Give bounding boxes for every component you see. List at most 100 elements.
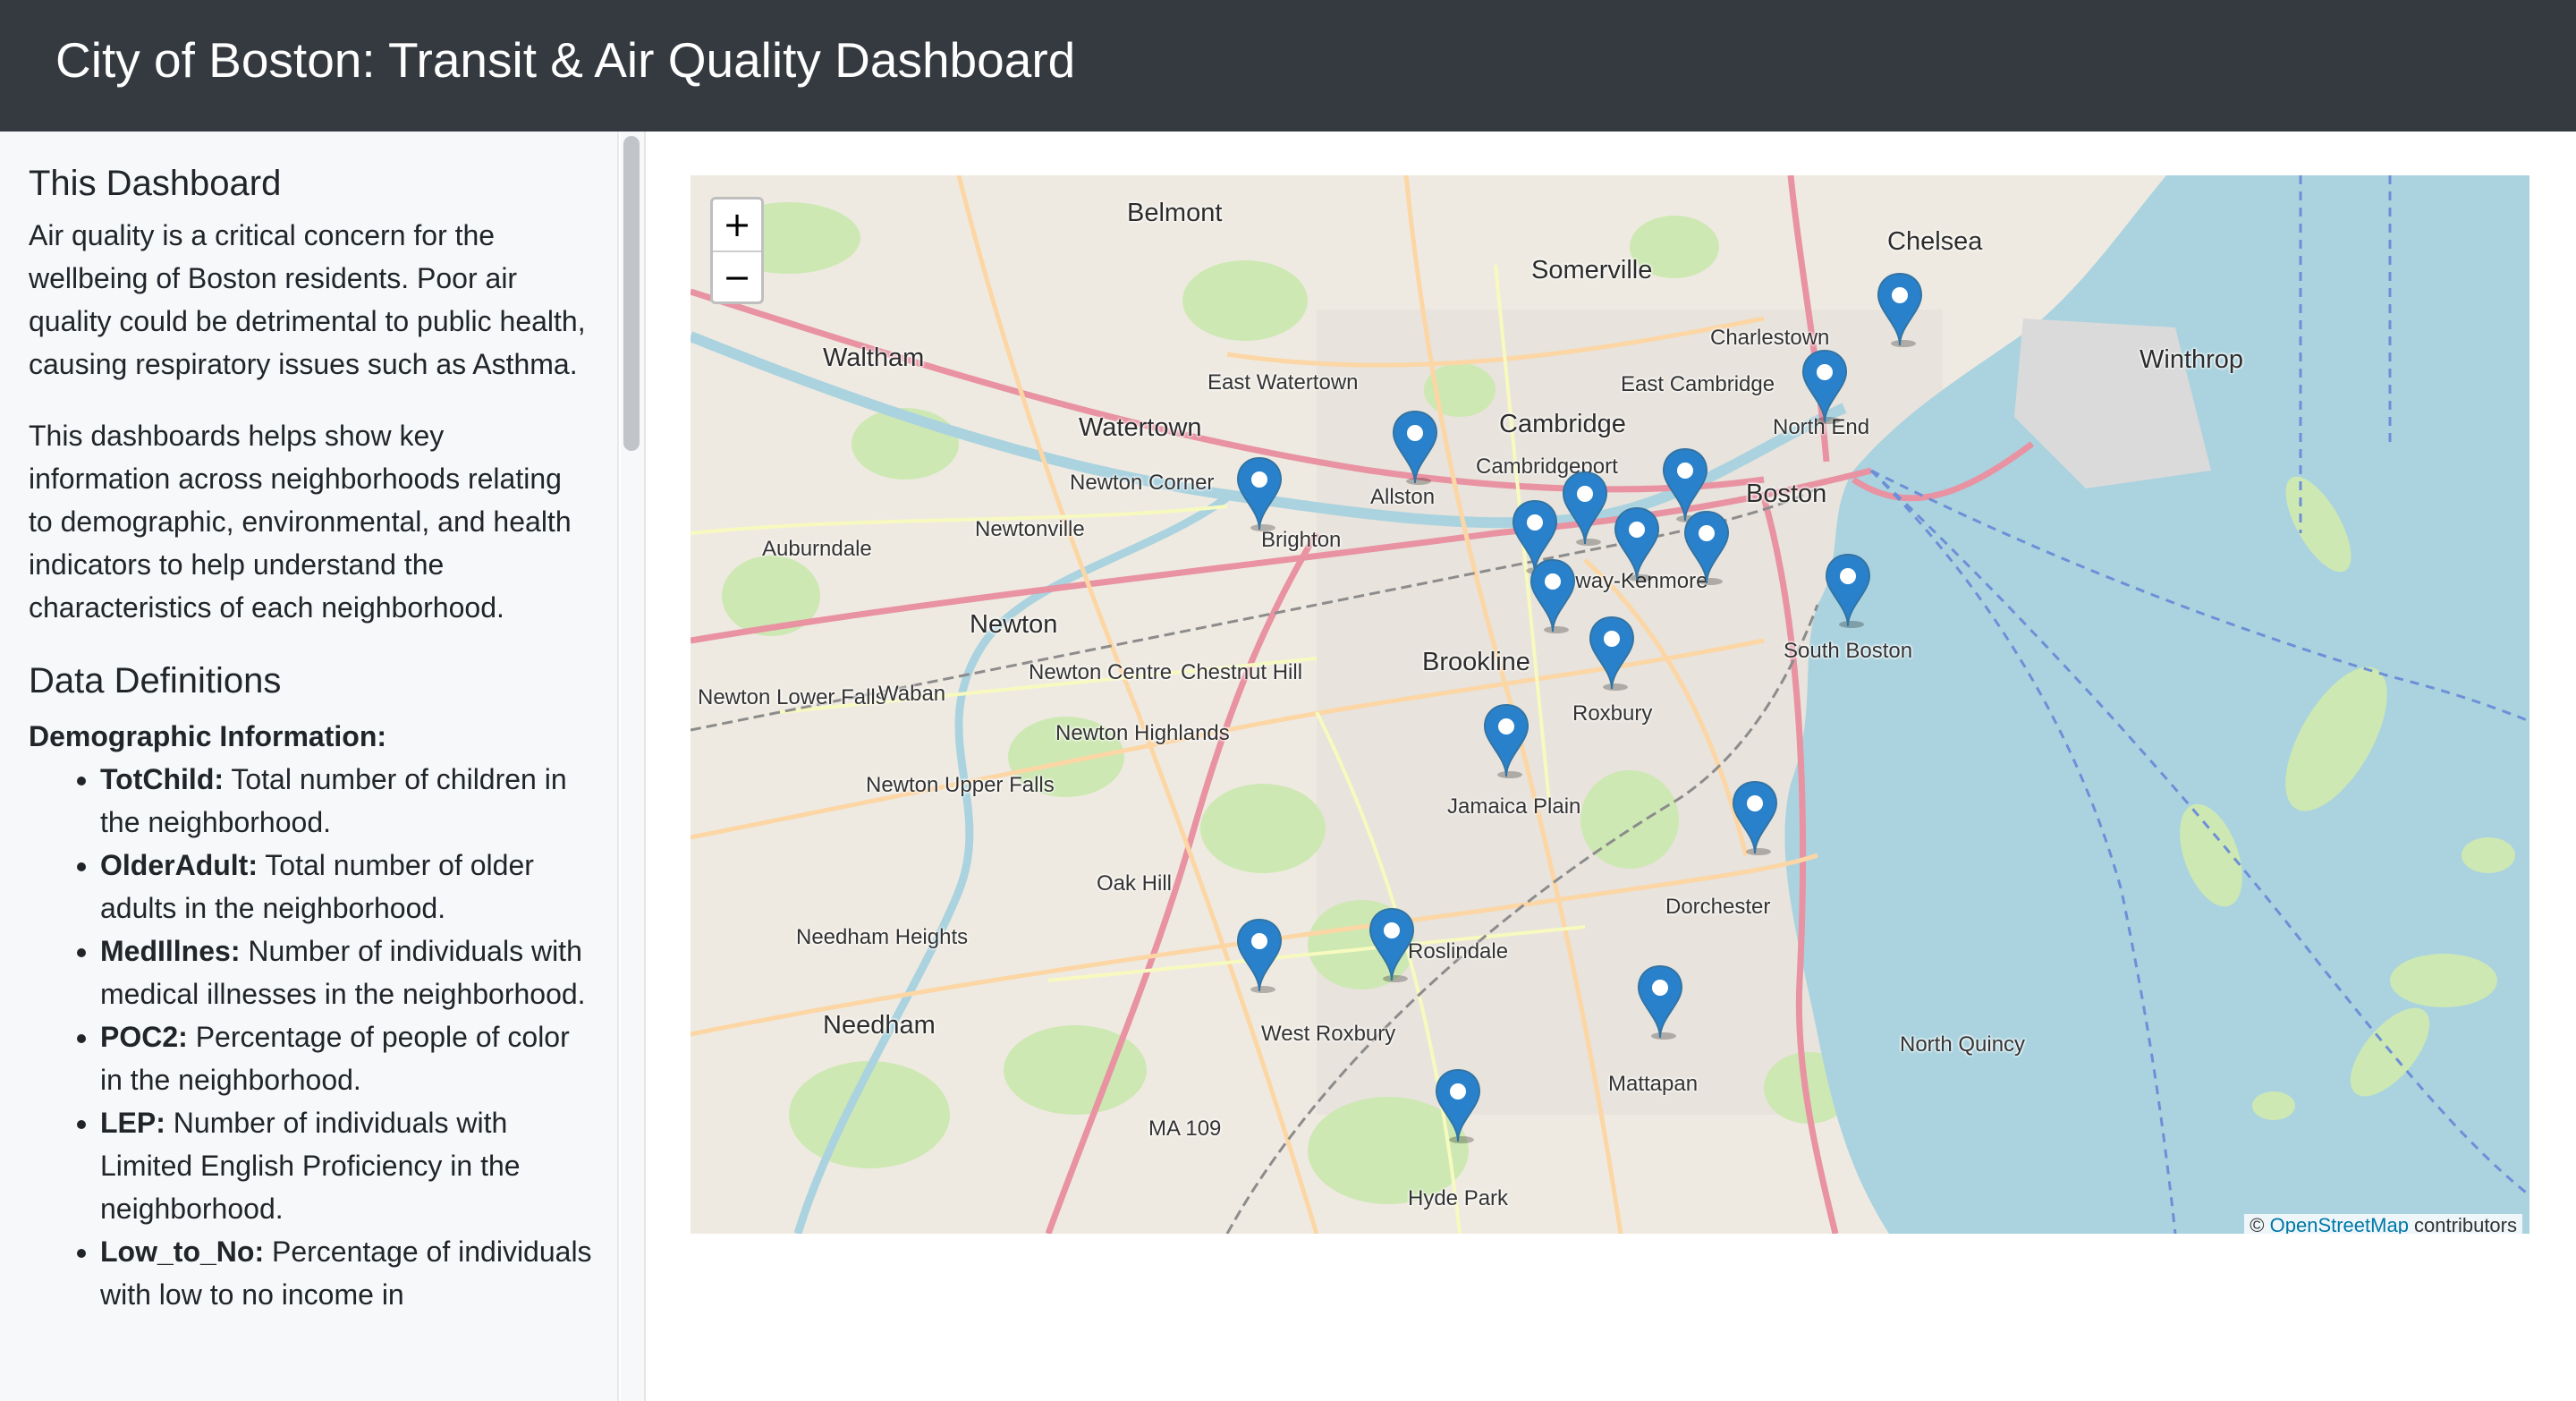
neighborhood-marker[interactable] — [1877, 272, 1923, 347]
definition-term: POC2: — [100, 1021, 188, 1053]
sidebar[interactable]: This Dashboard Air quality is a critical… — [0, 132, 619, 1401]
definition-term: OlderAdult: — [100, 849, 258, 881]
about-heading: This Dashboard — [29, 164, 282, 203]
map[interactable]: + − Belmont Somerville Chelsea Waltham Charl… — [691, 175, 2529, 1234]
place-label: Newton Highlands — [1055, 721, 1230, 745]
neighborhood-marker[interactable] — [1614, 506, 1660, 582]
place-label: Brookline — [1422, 648, 1530, 676]
definition-item: POC2: Percentage of people of color in t… — [100, 1015, 592, 1101]
place-label: Oak Hill — [1097, 871, 1173, 896]
place-label: Roslindale — [1408, 939, 1509, 964]
place-label: Winthrop — [2140, 345, 2244, 374]
definition-term: TotChild: — [100, 763, 225, 795]
map-marker-icon — [1236, 918, 1283, 993]
neighborhood-marker[interactable] — [1825, 553, 1871, 628]
map-marker-icon — [1801, 349, 1848, 424]
demographic-heading: Demographic Information: — [29, 720, 387, 752]
zoom-control: + − — [710, 197, 764, 304]
place-label: Jamaica Plain — [1447, 794, 1581, 819]
map-marker-icon — [1637, 964, 1683, 1040]
attribution-suffix: contributors — [2408, 1214, 2517, 1234]
attribution-prefix: © — [2250, 1214, 2270, 1234]
map-marker-icon — [1530, 558, 1576, 633]
map-marker-icon — [1877, 272, 1923, 347]
definition-item: TotChild: Total number of children in th… — [100, 758, 592, 844]
neighborhood-marker[interactable] — [1392, 410, 1438, 485]
place-label: South Boston — [1784, 639, 1913, 663]
neighborhood-marker[interactable] — [1483, 703, 1530, 778]
map-marker-icon — [1435, 1068, 1481, 1143]
definition-item: LEP: Number of individuals with Limited … — [100, 1101, 592, 1230]
place-label: Dorchester — [1665, 895, 1771, 919]
neighborhood-marker[interactable] — [1236, 918, 1283, 993]
map-marker-icon — [1614, 506, 1660, 582]
header-bar: City of Boston: Transit & Air Quality Da… — [0, 0, 2576, 132]
definition-term: LEP: — [100, 1107, 165, 1139]
place-label: Roxbury — [1572, 701, 1653, 726]
neighborhood-marker[interactable] — [1637, 964, 1683, 1040]
zoom-out-button[interactable]: − — [713, 252, 761, 301]
sidebar-content: This Dashboard Air quality is a critical… — [29, 158, 592, 1316]
place-label: Newton — [970, 610, 1058, 639]
definitions-list: TotChild: Total number of children in th… — [29, 758, 592, 1316]
zoom-in-button[interactable]: + — [713, 200, 761, 252]
place-label: Waltham — [823, 344, 925, 372]
definitions-heading: Data Definitions — [29, 661, 282, 700]
neighborhood-marker[interactable] — [1562, 471, 1608, 546]
neighborhood-marker[interactable] — [1732, 780, 1778, 855]
neighborhood-marker[interactable] — [1589, 616, 1635, 691]
place-label: MA 109 — [1148, 1117, 1222, 1141]
definition-item: MedIllnes: Number of individuals with me… — [100, 930, 592, 1015]
place-label: Newton Upper Falls — [866, 773, 1055, 797]
place-label: Hyde Park — [1408, 1186, 1509, 1210]
neighborhood-marker[interactable] — [1530, 558, 1576, 633]
place-label: Auburndale — [762, 537, 872, 561]
definition-item: Low_to_No: Percentage of individuals wit… — [100, 1230, 592, 1316]
neighborhood-marker[interactable] — [1801, 349, 1848, 424]
neighborhood-marker[interactable] — [1368, 907, 1415, 982]
about-paragraph-1: Air quality is a critical concern for th… — [29, 219, 586, 380]
map-marker-icon — [1825, 553, 1871, 628]
neighborhood-marker[interactable] — [1435, 1068, 1481, 1143]
neighborhood-marker[interactable] — [1236, 456, 1283, 531]
page-title: City of Boston: Transit & Air Quality Da… — [55, 32, 1076, 88]
place-label: Cambridge — [1499, 410, 1626, 438]
map-marker-icon — [1392, 410, 1438, 485]
definition-item: OlderAdult: Total number of older adults… — [100, 844, 592, 930]
place-label: Boston — [1746, 480, 1827, 508]
place-label: Somerville — [1531, 256, 1653, 284]
map-attribution: © OpenStreetMap contributors — [2244, 1214, 2522, 1234]
definition-term: MedIllnes: — [100, 935, 241, 967]
place-label: West Roxbury — [1261, 1022, 1396, 1046]
definition-term: Low_to_No: — [100, 1235, 265, 1268]
map-marker-icon — [1589, 616, 1635, 691]
place-label: Chestnut Hill — [1181, 660, 1303, 684]
place-label: East Cambridge — [1621, 372, 1775, 396]
place-label: Needham — [823, 1011, 936, 1040]
map-marker-icon — [1483, 703, 1530, 778]
place-label: Watertown — [1079, 413, 1202, 442]
place-label: East Watertown — [1208, 370, 1359, 395]
map-marker-icon — [1562, 471, 1608, 546]
place-label: Chelsea — [1887, 227, 1983, 256]
place-label: Needham Heights — [796, 925, 969, 949]
place-label: Brighton — [1261, 528, 1342, 552]
place-label: Waban — [878, 682, 946, 706]
map-marker-icon — [1236, 456, 1283, 531]
place-label: Newton Corner — [1070, 471, 1215, 495]
sidebar-scrollbar-thumb[interactable] — [623, 136, 640, 451]
place-label: Mattapan — [1608, 1072, 1699, 1096]
place-label: Belmont — [1127, 199, 1223, 227]
map-marker-icon — [1368, 907, 1415, 982]
place-label: Newtonville — [975, 517, 1085, 541]
openstreetmap-link[interactable]: OpenStreetMap — [2270, 1214, 2409, 1234]
map-marker-icon — [1732, 780, 1778, 855]
place-label: Allston — [1370, 485, 1436, 509]
place-label: Newton Centre — [1029, 660, 1173, 684]
map-marker-icon — [1683, 510, 1730, 585]
place-label: North Quincy — [1900, 1032, 2026, 1057]
about-paragraph-2: This dashboards helps show key informati… — [29, 420, 572, 624]
place-label: Charlestown — [1710, 326, 1830, 350]
neighborhood-marker[interactable] — [1683, 510, 1730, 585]
place-label: Newton Lower Falls — [698, 685, 886, 709]
